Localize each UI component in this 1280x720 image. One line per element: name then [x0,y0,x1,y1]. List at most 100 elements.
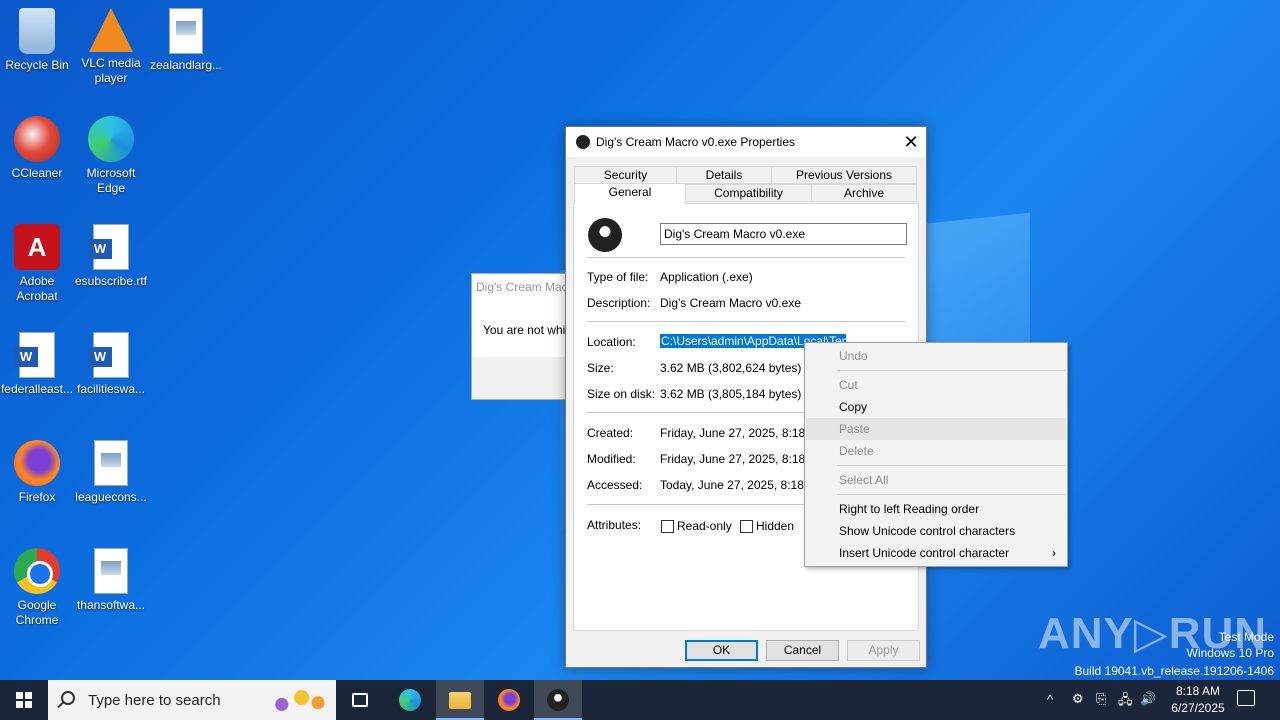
desktop-icon-leaguecons[interactable]: leaguecons... [74,440,148,505]
desktop-icon-label: zealandlarg... [149,58,223,72]
menu-separator [837,465,1065,466]
tab-archive[interactable]: Archive [811,184,917,202]
taskbar-file-explorer[interactable] [436,680,484,720]
desktop-icon-label: thansoftwa... [76,598,146,612]
desktop-icon-federalleast[interactable]: W federalleast... [0,332,74,397]
desktop-icon-label: CCleaner [11,166,63,180]
divider [587,321,905,322]
tab-general[interactable]: General [574,183,686,205]
image-file-icon [94,440,128,486]
taskbar-digs-cream-macro[interactable] [534,680,582,720]
edge-icon [88,116,134,162]
hidden-checkbox[interactable] [740,520,753,533]
firefox-icon [498,689,520,711]
ok-button[interactable]: OK [685,640,758,661]
readonly-checkbox[interactable] [661,520,674,533]
desktop-icon-esubscribe[interactable]: W esubscribe.rtf [74,224,148,289]
menu-item-label: Insert Unicode control character [839,546,1010,560]
menu-item-show-unicode[interactable]: Show Unicode control characters [806,520,1066,542]
menu-item-rtl-reading-order[interactable]: Right to left Reading order [806,498,1066,520]
size-value: 3.62 MB (3,802,624 bytes) [660,361,802,375]
modified-label: Modified: [587,452,636,466]
file-icon [588,218,622,252]
location-label: Location: [587,335,636,349]
search-highlight-image [262,684,328,718]
desktop-icon-label: facilitieswa... [76,382,146,396]
desktop-icon-label: leaguecons... [75,490,147,504]
context-menu[interactable]: Undo Cut Copy Paste Delete Select All Ri… [804,342,1068,567]
taskbar-edge[interactable] [386,680,434,720]
desktop-icon-firefox[interactable]: Firefox [0,440,74,505]
acrobat-icon: A [14,224,60,270]
menu-item-select-all[interactable]: Select All [806,469,1066,491]
description-label: Description: [587,296,651,310]
desktop-icon-facilitieswa[interactable]: W facilitieswa... [74,332,148,397]
firefox-icon [14,440,60,486]
desktop-icon-thansoftwa[interactable]: thansoftwa... [74,548,148,613]
desktop-icon-recycle-bin[interactable]: Recycle Bin [0,8,74,73]
ccleaner-icon [14,116,60,162]
background-dialog-footer [472,357,580,399]
desktop-icon-edge[interactable]: Microsoft Edge [74,116,148,196]
menu-item-delete[interactable]: Delete [806,440,1066,462]
taskbar-search-box[interactable]: Type here to search [48,680,336,720]
readonly-label: Read-only [677,519,732,533]
menu-item-insert-unicode[interactable]: Insert Unicode control character › [806,542,1066,564]
background-dialog-message: You are not whit [483,323,569,337]
desktop-icon-zealandlarg[interactable]: zealandlarg... [149,8,223,73]
menu-item-paste[interactable]: Paste [806,418,1066,440]
created-value: Friday, June 27, 2025, 8:18:17 [660,426,804,440]
app-icon [547,689,569,711]
tray-settings-icon[interactable]: ⚙ [1072,691,1084,720]
divider [587,257,905,258]
background-dialog-title: Dig's Cream Mac [476,280,568,294]
desktop-icon-vlc[interactable]: VLC media player [74,8,148,86]
recycle-bin-icon [19,8,55,54]
network-icon[interactable]: 🖧 [1118,691,1133,720]
modified-value: Friday, June 27, 2025, 8:18:17 [660,452,804,466]
accessed-label: Accessed: [587,478,643,492]
start-button[interactable] [0,680,48,720]
show-hidden-icons-chevron-icon[interactable]: ^ [1047,692,1053,720]
type-label: Type of file: [587,270,649,284]
created-label: Created: [587,426,634,440]
close-icon[interactable]: ✕ [896,127,926,157]
cancel-button[interactable]: Cancel [766,640,839,661]
desktop-icon-label: Google Chrome [15,598,59,627]
taskbar-firefox[interactable] [485,680,533,720]
hidden-label: Hidden [756,519,795,533]
menu-item-undo[interactable]: Undo [806,345,1066,367]
desktop-icon-acrobat[interactable]: A Adobe Acrobat [0,224,74,304]
desktop-icon-ccleaner[interactable]: CCleaner [0,116,74,181]
image-file-icon [94,548,128,594]
accessed-value: Today, June 27, 2025, 8:18:17 [660,478,804,492]
task-view-icon [352,693,368,707]
desktop-icon-label: VLC media player [81,56,141,85]
windows-logo-icon [16,692,32,708]
folder-icon [449,692,471,709]
taskbar-clock[interactable]: 8:18 AM 6/27/2025 [1160,683,1236,717]
tab-details[interactable]: Details [676,166,772,184]
desktop-icon-label: Microsoft Edge [86,166,136,195]
window-title: Dig's Cream Macro v0.exe Properties [596,135,796,149]
desktop-icon-chrome[interactable]: Google Chrome [0,548,74,628]
tab-previous-versions[interactable]: Previous Versions [771,166,917,184]
chrome-icon [14,548,60,594]
tab-compatibility[interactable]: Compatibility [685,184,812,202]
tray-device-icon[interactable]: ⎘ [1096,691,1106,720]
menu-item-copy[interactable]: Copy [806,396,1066,418]
menu-item-cut[interactable]: Cut [806,374,1066,396]
file-name-field[interactable]: Dig's Cream Macro v0.exe [660,223,907,245]
edge-icon [399,689,421,711]
size-label: Size: [587,361,614,375]
vlc-icon [89,8,133,52]
title-bar[interactable]: Dig's Cream Macro v0.exe Properties ✕ [566,127,926,157]
desktop-icon-label: federalleast... [0,382,74,396]
menu-separator [837,494,1065,495]
apply-button[interactable]: Apply [847,640,920,661]
volume-icon[interactable]: 🔊 [1140,691,1156,720]
task-view-button[interactable] [336,680,384,720]
notification-center-icon[interactable] [1237,690,1255,706]
tab-security[interactable]: Security [574,166,677,184]
search-icon [61,691,75,705]
